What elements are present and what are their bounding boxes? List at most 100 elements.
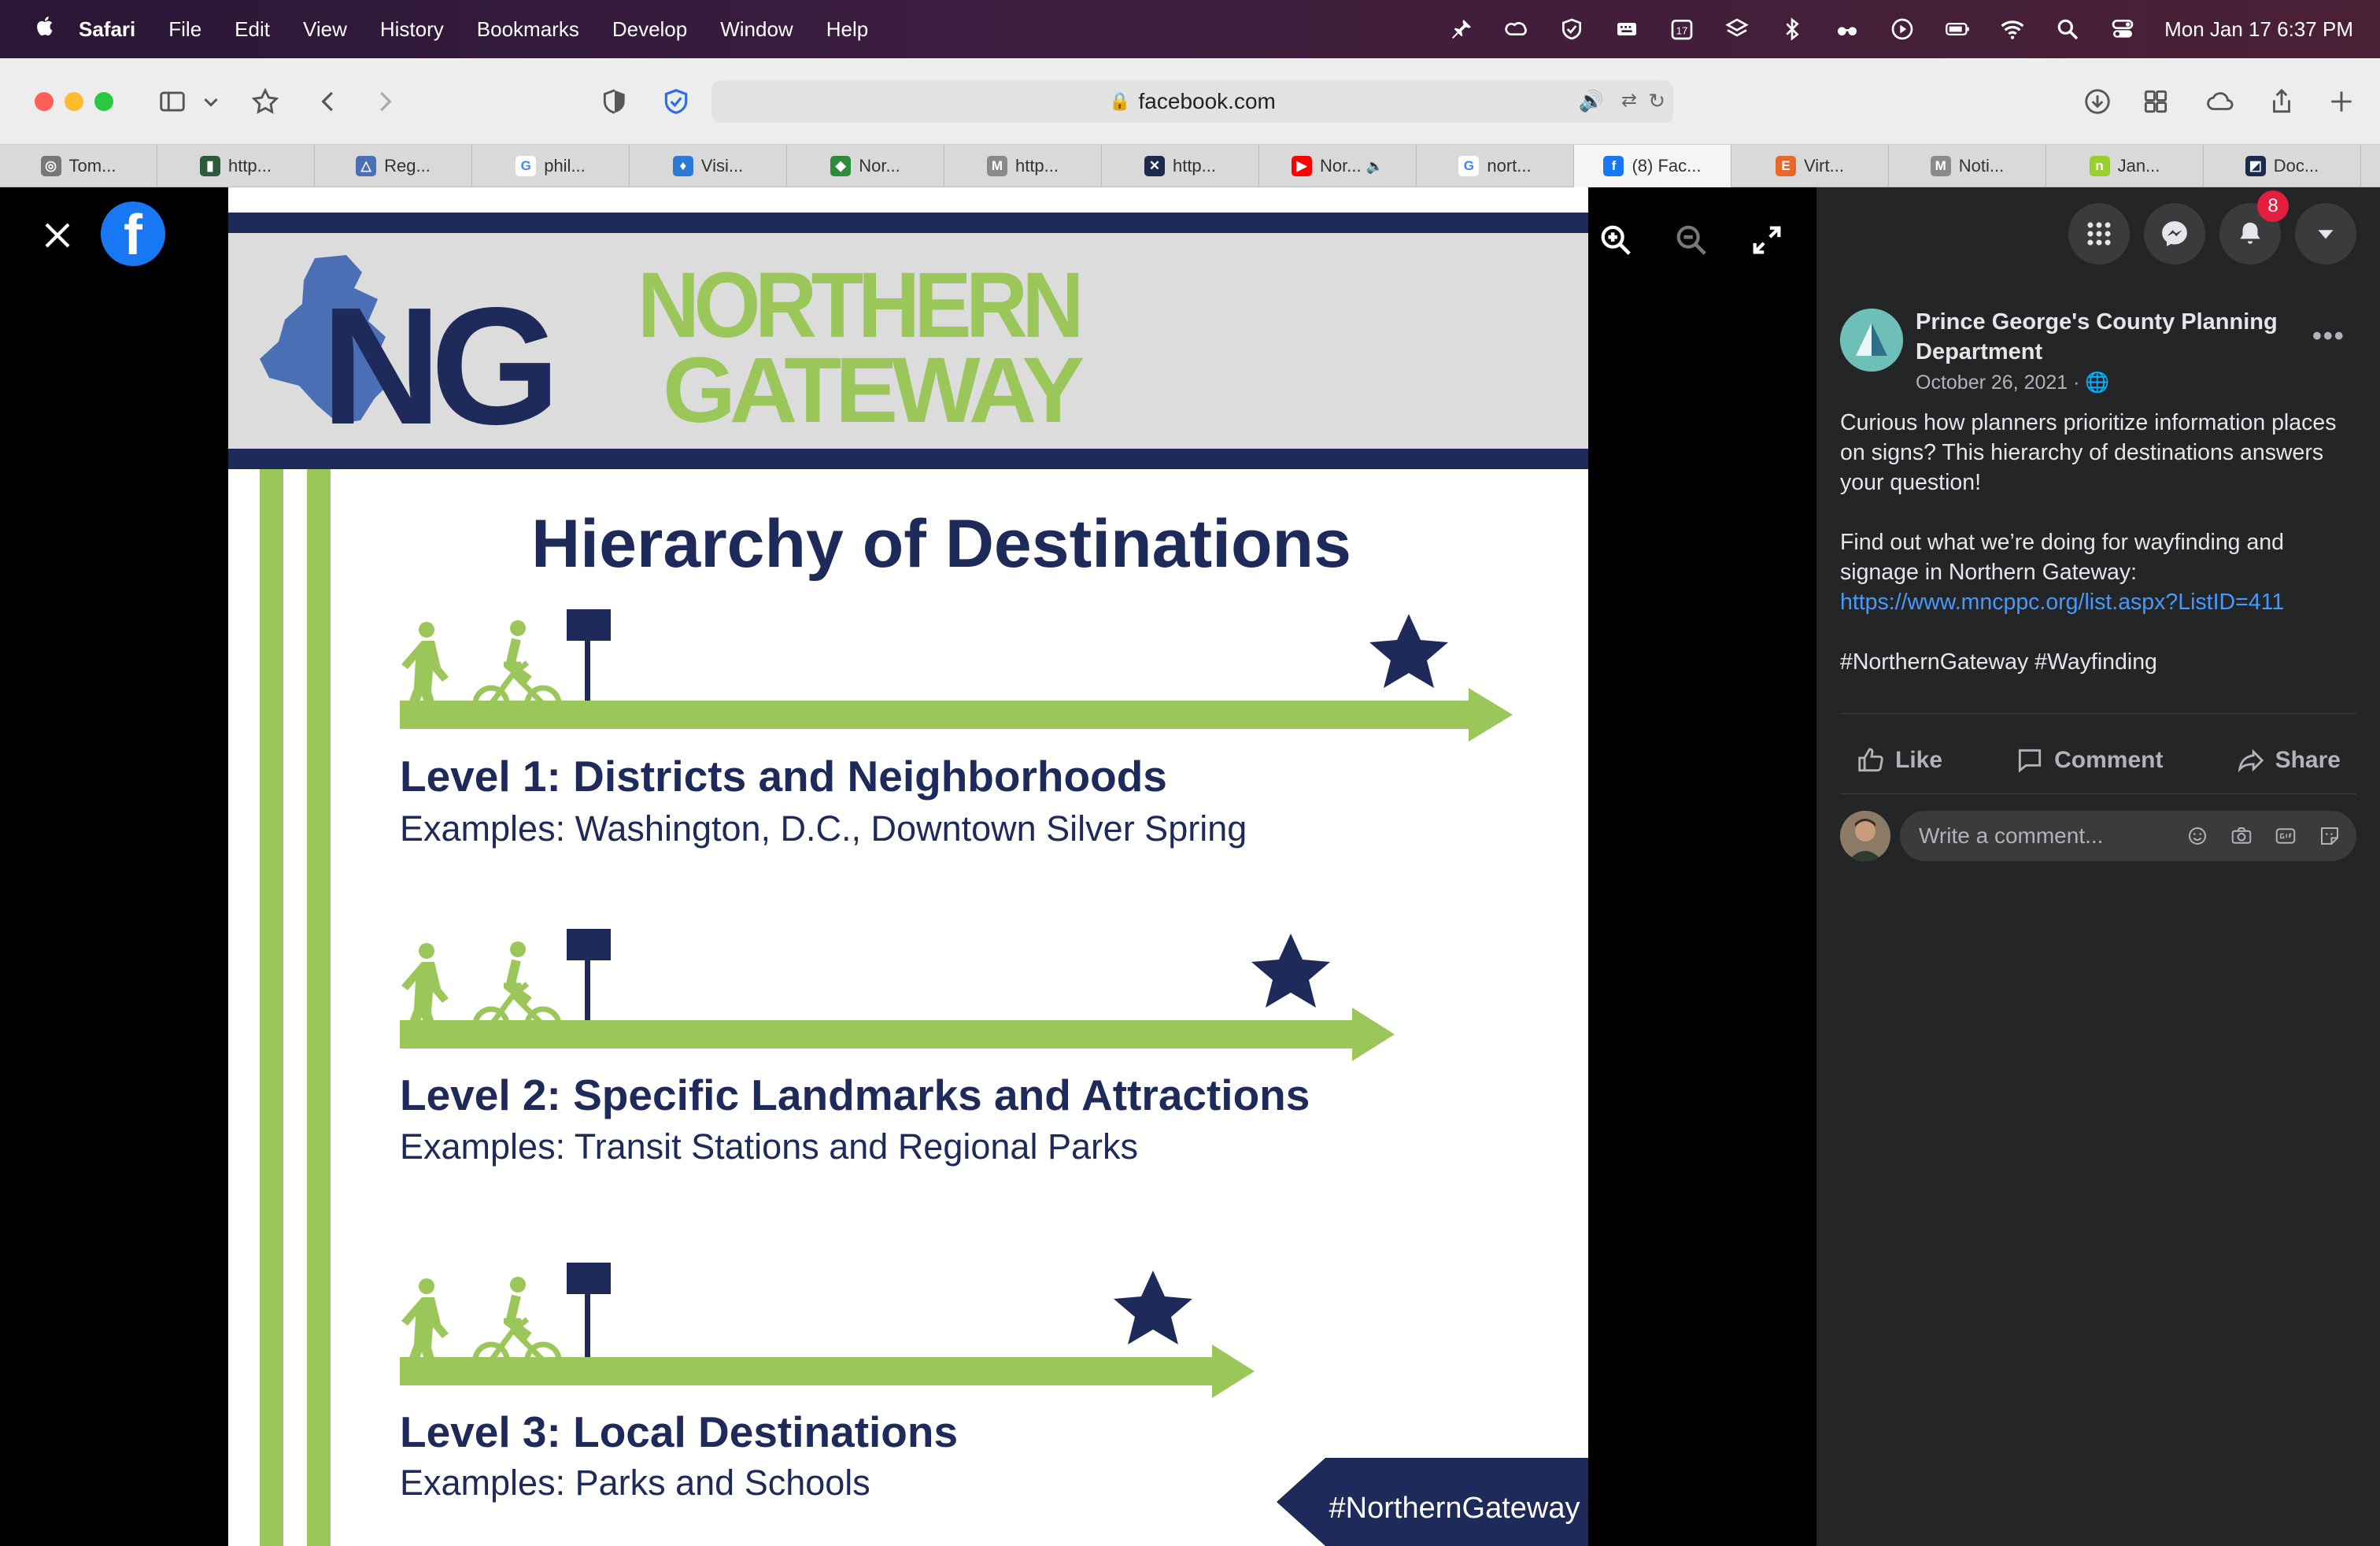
close-icon[interactable] xyxy=(41,219,74,252)
browser-tab[interactable]: ♦ Visi... xyxy=(630,145,787,187)
chevron-down-icon[interactable] xyxy=(197,82,225,121)
window-minimize-button[interactable] xyxy=(65,92,83,111)
browser-tab[interactable]: ◩ Doc... xyxy=(2204,145,2361,187)
like-button[interactable]: Like xyxy=(1840,745,1958,775)
infographic-image: NG NORTHERN GATEWAY Hierarchy of Destina… xyxy=(228,187,1588,1546)
menu-bar: Safari File Edit View History Bookmarks … xyxy=(0,0,2380,58)
tab-audio-icon[interactable]: 🔈 xyxy=(1366,158,1384,175)
gif-icon[interactable] xyxy=(2271,822,2300,850)
post-date[interactable]: October 26, 2021 · 🌐 xyxy=(1916,372,2110,394)
translate-icon[interactable]: ⇄ xyxy=(1621,89,1637,112)
emoji-icon[interactable] xyxy=(2183,822,2212,850)
browser-tab[interactable]: ▮ http... xyxy=(157,145,315,187)
user-avatar[interactable] xyxy=(1840,811,1890,861)
browser-tab[interactable]: f (8) Fac... xyxy=(1574,145,1731,187)
tab-favicon-icon: G xyxy=(1458,156,1480,176)
wifi-icon[interactable] xyxy=(1999,16,2026,43)
tab-favicon-icon: ◎ xyxy=(40,156,61,176)
sticker-icon[interactable] xyxy=(2315,822,2344,850)
browser-tab[interactable]: M Noti... xyxy=(1889,145,2046,187)
level-1-examples: Examples: Washington, D.C., Downtown Sil… xyxy=(400,808,1247,849)
account-dropdown-icon[interactable] xyxy=(2295,203,2356,264)
address-bar[interactable]: 🔒 facebook.com 🔊 ⇄ ↻ xyxy=(711,80,1673,123)
glasses-icon[interactable] xyxy=(1834,16,1861,43)
window-zoom-button[interactable] xyxy=(94,92,113,111)
tab-label: Jan... xyxy=(2117,156,2160,176)
share-icon[interactable] xyxy=(2262,82,2301,121)
browser-tab[interactable]: E Virt... xyxy=(1731,145,1889,187)
icloud-icon[interactable] xyxy=(2201,82,2240,121)
star-bookmark-icon[interactable] xyxy=(246,82,285,121)
downloads-icon[interactable] xyxy=(2078,82,2117,121)
menu-help[interactable]: Help xyxy=(826,17,868,42)
lock-icon: 🔒 xyxy=(1109,91,1131,111)
browser-tab[interactable]: ◎ Tom... xyxy=(0,145,157,187)
post-actions: Like Comment Share xyxy=(1840,738,2356,782)
browser-tab[interactable]: ▶ Nor... 🔈 xyxy=(1259,145,1417,187)
menu-file[interactable]: File xyxy=(168,17,201,42)
menu-clock[interactable]: Mon Jan 17 6:37 PM xyxy=(2164,17,2353,42)
tab-favicon-icon: ▮ xyxy=(199,156,220,176)
keyboard-icon[interactable] xyxy=(1613,16,1640,43)
zoom-in-icon[interactable] xyxy=(1598,222,1634,258)
camera-icon[interactable] xyxy=(2227,822,2256,850)
tab-overview-icon[interactable] xyxy=(2136,82,2175,121)
comment-icon xyxy=(2019,749,2042,773)
page-avatar[interactable] xyxy=(1840,309,1903,372)
sidebar-toggle-icon[interactable] xyxy=(153,82,192,121)
menu-edit[interactable]: Edit xyxy=(235,17,270,42)
browser-tab[interactable]: △ Reg... xyxy=(315,145,472,187)
hashtag-text: #NorthernGateway xyxy=(1329,1492,1580,1525)
browser-tab[interactable]: ✕ http... xyxy=(1102,145,1259,187)
browser-tab[interactable]: n Jan... xyxy=(2046,145,2204,187)
control-center-icon[interactable] xyxy=(2109,16,2136,43)
back-arrow-icon[interactable] xyxy=(309,82,348,121)
browser-tab[interactable]: Mhttp... xyxy=(944,145,1102,187)
menu-app-name[interactable]: Safari xyxy=(79,17,135,42)
menu-bookmarks[interactable]: Bookmarks xyxy=(477,17,579,42)
creative-cloud-icon[interactable] xyxy=(1503,16,1530,43)
comment-button[interactable]: Comment xyxy=(1999,745,2179,775)
divider xyxy=(1840,793,2356,794)
speaker-icon[interactable]: 🔊 xyxy=(1579,89,1604,113)
calendar-icon[interactable]: 17 xyxy=(1669,16,1695,43)
browser-tab[interactable]: ◆ Nor... xyxy=(787,145,944,187)
menu-history[interactable]: History xyxy=(380,17,444,42)
apple-menu-icon[interactable] xyxy=(30,14,61,44)
menu-window[interactable]: Window xyxy=(720,17,793,42)
post-link[interactable]: https://www.mncppc.org/list.aspx?ListID=… xyxy=(1840,590,2284,615)
tab-favicon-icon: ◆ xyxy=(830,156,852,176)
logo-ng: NG xyxy=(321,272,550,459)
tab-favicon-icon: ◩ xyxy=(2245,156,2266,176)
pin-icon[interactable] xyxy=(1448,16,1475,43)
battery-icon[interactable] xyxy=(1944,16,1971,43)
browser-tab[interactable]: Gnort... xyxy=(1417,145,1574,187)
forward-arrow-icon[interactable] xyxy=(365,82,405,121)
spotlight-search-icon[interactable] xyxy=(2054,16,2081,43)
menu-develop[interactable]: Develop xyxy=(612,17,687,42)
more-options-icon[interactable]: ••• xyxy=(2312,321,2345,352)
tab-label: phil... xyxy=(544,156,586,176)
share-button[interactable]: Share xyxy=(2220,745,2356,775)
tab-label: Virt... xyxy=(1804,156,1844,176)
play-circle-icon[interactable] xyxy=(1889,16,1916,43)
fullscreen-icon[interactable] xyxy=(1749,222,1785,258)
browser-tab[interactable]: Gphil... xyxy=(472,145,630,187)
bitwarden-shield-icon[interactable] xyxy=(656,82,696,121)
privacy-report-icon[interactable] xyxy=(595,82,634,121)
post-hashtags[interactable]: #NorthernGateway #Wayfinding xyxy=(1840,647,2360,677)
new-tab-icon[interactable] xyxy=(2322,82,2361,121)
messenger-icon[interactable] xyxy=(2144,203,2205,264)
shield-check-icon[interactable] xyxy=(1558,16,1585,43)
menu-grid-icon[interactable] xyxy=(2068,203,2130,264)
page-name[interactable]: Prince George's County Planning Departme… xyxy=(1916,307,2309,367)
bluetooth-icon[interactable] xyxy=(1779,16,1805,43)
layers-icon[interactable] xyxy=(1724,16,1750,43)
comment-input[interactable]: Write a comment... xyxy=(1900,811,2356,861)
zoom-out-icon[interactable] xyxy=(1673,222,1709,258)
logo-gateway: GATEWAY xyxy=(663,338,1083,442)
window-close-button[interactable] xyxy=(35,92,54,111)
facebook-logo-icon[interactable]: f xyxy=(101,202,165,266)
menu-view[interactable]: View xyxy=(303,17,347,42)
reload-icon[interactable]: ↻ xyxy=(1648,89,1665,113)
